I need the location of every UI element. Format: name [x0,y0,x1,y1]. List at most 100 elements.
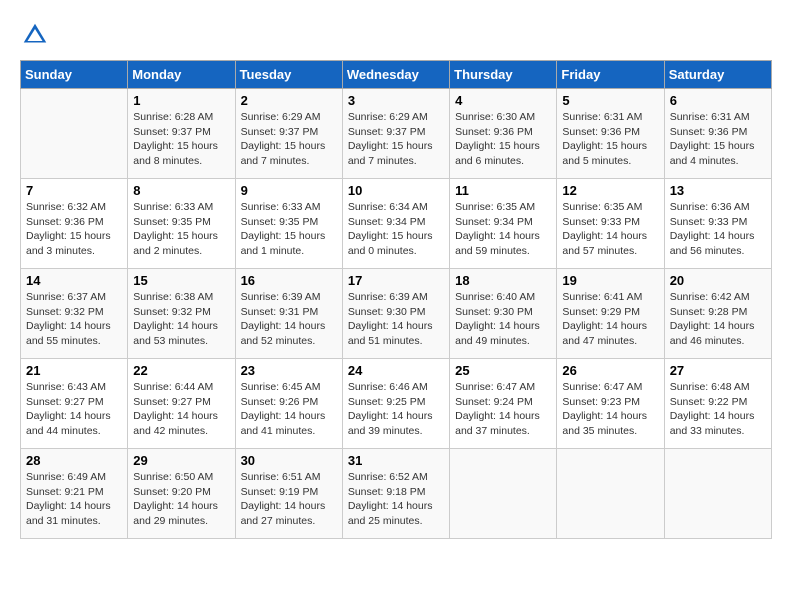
calendar-cell: 6Sunrise: 6:31 AM Sunset: 9:36 PM Daylig… [664,89,771,179]
calendar-body: 1 Sunrise: 6:28 AM Sunset: 9:37 PM Daylig… [21,89,772,539]
cell-info: Sunrise: 6:31 AM Sunset: 9:36 PM Dayligh… [562,110,658,169]
date-number: 12 [562,183,658,198]
calendar-cell: 15 Sunrise: 6:38 AM Sunset: 9:32 PM Dayli… [128,269,235,359]
date-number: 21 [26,363,122,378]
calendar-cell: 30Sunrise: 6:51 AM Sunset: 9:19 PM Dayli… [235,449,342,539]
cell-info: Sunrise: 6:35 AM Sunset: 9:33 PM Dayligh… [562,200,658,259]
cell-info: Sunrise: 6:38 AM Sunset: 9:32 PM Dayligh… [133,290,229,349]
day-header-thursday: Thursday [450,61,557,89]
calendar-cell: 31 Sunrise: 6:52 AM Sunset: 9:18 PM Dayli… [342,449,449,539]
cell-info: Sunrise: 6:52 AM Sunset: 9:18 PM Dayligh… [348,470,444,529]
calendar-cell [450,449,557,539]
date-number: 1 [133,93,229,108]
day-header-friday: Friday [557,61,664,89]
calendar-week-3: 14 Sunrise: 6:37 AM Sunset: 9:32 PM Dayli… [21,269,772,359]
calendar-cell: 13 Sunrise: 6:36 AM Sunset: 9:33 PM Dayli… [664,179,771,269]
calendar-cell: 27 Sunrise: 6:48 AM Sunset: 9:22 PM Dayli… [664,359,771,449]
calendar-week-1: 1 Sunrise: 6:28 AM Sunset: 9:37 PM Daylig… [21,89,772,179]
date-number: 26 [562,363,658,378]
cell-info: Sunrise: 6:48 AM Sunset: 9:22 PM Dayligh… [670,380,766,439]
logo-icon [20,20,50,50]
calendar-cell [664,449,771,539]
calendar-cell: 2 Sunrise: 6:29 AM Sunset: 9:37 PM Daylig… [235,89,342,179]
calendar-table: SundayMondayTuesdayWednesdayThursdayFrid… [20,60,772,539]
calendar-cell: 20Sunrise: 6:42 AM Sunset: 9:28 PM Dayli… [664,269,771,359]
calendar-cell: 10Sunrise: 6:34 AM Sunset: 9:34 PM Dayli… [342,179,449,269]
calendar-cell: 19 Sunrise: 6:41 AM Sunset: 9:29 PM Dayli… [557,269,664,359]
calendar-cell: 7Sunrise: 6:32 AM Sunset: 9:36 PM Daylig… [21,179,128,269]
day-header-monday: Monday [128,61,235,89]
date-number: 11 [455,183,551,198]
date-number: 28 [26,453,122,468]
cell-info: Sunrise: 6:31 AM Sunset: 9:36 PM Dayligh… [670,110,766,169]
cell-info: Sunrise: 6:39 AM Sunset: 9:30 PM Dayligh… [348,290,444,349]
calendar-cell: 14 Sunrise: 6:37 AM Sunset: 9:32 PM Dayli… [21,269,128,359]
date-number: 5 [562,93,658,108]
day-header-sunday: Sunday [21,61,128,89]
calendar-header: SundayMondayTuesdayWednesdayThursdayFrid… [21,61,772,89]
calendar-week-5: 28 Sunrise: 6:49 AM Sunset: 9:21 PM Dayli… [21,449,772,539]
date-number: 27 [670,363,766,378]
cell-info: Sunrise: 6:44 AM Sunset: 9:27 PM Dayligh… [133,380,229,439]
cell-info: Sunrise: 6:49 AM Sunset: 9:21 PM Dayligh… [26,470,122,529]
calendar-cell: 9Sunrise: 6:33 AM Sunset: 9:35 PM Daylig… [235,179,342,269]
calendar-cell: 12 Sunrise: 6:35 AM Sunset: 9:33 PM Dayli… [557,179,664,269]
date-number: 17 [348,273,444,288]
date-number: 20 [670,273,766,288]
calendar-cell: 18Sunrise: 6:40 AM Sunset: 9:30 PM Dayli… [450,269,557,359]
cell-info: Sunrise: 6:39 AM Sunset: 9:31 PM Dayligh… [241,290,337,349]
calendar-cell: 22 Sunrise: 6:44 AM Sunset: 9:27 PM Dayli… [128,359,235,449]
calendar-cell: 3Sunrise: 6:29 AM Sunset: 9:37 PM Daylig… [342,89,449,179]
logo [20,20,54,50]
calendar-cell: 23 Sunrise: 6:45 AM Sunset: 9:26 PM Dayli… [235,359,342,449]
cell-info: Sunrise: 6:41 AM Sunset: 9:29 PM Dayligh… [562,290,658,349]
cell-info: Sunrise: 6:45 AM Sunset: 9:26 PM Dayligh… [241,380,337,439]
cell-info: Sunrise: 6:47 AM Sunset: 9:24 PM Dayligh… [455,380,551,439]
date-number: 31 [348,453,444,468]
cell-info: Sunrise: 6:36 AM Sunset: 9:33 PM Dayligh… [670,200,766,259]
calendar-cell [557,449,664,539]
date-number: 9 [241,183,337,198]
calendar-cell: 26 Sunrise: 6:47 AM Sunset: 9:23 PM Dayli… [557,359,664,449]
cell-info: Sunrise: 6:32 AM Sunset: 9:36 PM Dayligh… [26,200,122,259]
date-number: 13 [670,183,766,198]
date-number: 2 [241,93,337,108]
cell-info: Sunrise: 6:29 AM Sunset: 9:37 PM Dayligh… [241,110,337,169]
cell-info: Sunrise: 6:28 AM Sunset: 9:37 PM Dayligh… [133,110,229,169]
calendar-cell: 11 Sunrise: 6:35 AM Sunset: 9:34 PM Dayli… [450,179,557,269]
date-number: 16 [241,273,337,288]
cell-info: Sunrise: 6:47 AM Sunset: 9:23 PM Dayligh… [562,380,658,439]
cell-info: Sunrise: 6:33 AM Sunset: 9:35 PM Dayligh… [133,200,229,259]
date-number: 23 [241,363,337,378]
date-number: 3 [348,93,444,108]
date-number: 19 [562,273,658,288]
cell-info: Sunrise: 6:30 AM Sunset: 9:36 PM Dayligh… [455,110,551,169]
calendar-cell: 4Sunrise: 6:30 AM Sunset: 9:36 PM Daylig… [450,89,557,179]
cell-info: Sunrise: 6:35 AM Sunset: 9:34 PM Dayligh… [455,200,551,259]
date-number: 15 [133,273,229,288]
calendar-cell [21,89,128,179]
calendar-cell: 28 Sunrise: 6:49 AM Sunset: 9:21 PM Dayli… [21,449,128,539]
cell-info: Sunrise: 6:50 AM Sunset: 9:20 PM Dayligh… [133,470,229,529]
calendar-cell: 5 Sunrise: 6:31 AM Sunset: 9:36 PM Daylig… [557,89,664,179]
calendar-cell: 16 Sunrise: 6:39 AM Sunset: 9:31 PM Dayli… [235,269,342,359]
date-number: 30 [241,453,337,468]
date-number: 10 [348,183,444,198]
date-number: 24 [348,363,444,378]
day-header-saturday: Saturday [664,61,771,89]
date-number: 8 [133,183,229,198]
calendar-cell: 17 Sunrise: 6:39 AM Sunset: 9:30 PM Dayli… [342,269,449,359]
date-number: 14 [26,273,122,288]
cell-info: Sunrise: 6:43 AM Sunset: 9:27 PM Dayligh… [26,380,122,439]
calendar-week-4: 21 Sunrise: 6:43 AM Sunset: 9:27 PM Dayli… [21,359,772,449]
date-number: 22 [133,363,229,378]
cell-info: Sunrise: 6:46 AM Sunset: 9:25 PM Dayligh… [348,380,444,439]
calendar-week-2: 7Sunrise: 6:32 AM Sunset: 9:36 PM Daylig… [21,179,772,269]
calendar-cell: 24 Sunrise: 6:46 AM Sunset: 9:25 PM Dayli… [342,359,449,449]
calendar-cell: 1 Sunrise: 6:28 AM Sunset: 9:37 PM Daylig… [128,89,235,179]
day-header-tuesday: Tuesday [235,61,342,89]
cell-info: Sunrise: 6:37 AM Sunset: 9:32 PM Dayligh… [26,290,122,349]
date-number: 29 [133,453,229,468]
calendar-cell: 29 Sunrise: 6:50 AM Sunset: 9:20 PM Dayli… [128,449,235,539]
date-number: 25 [455,363,551,378]
